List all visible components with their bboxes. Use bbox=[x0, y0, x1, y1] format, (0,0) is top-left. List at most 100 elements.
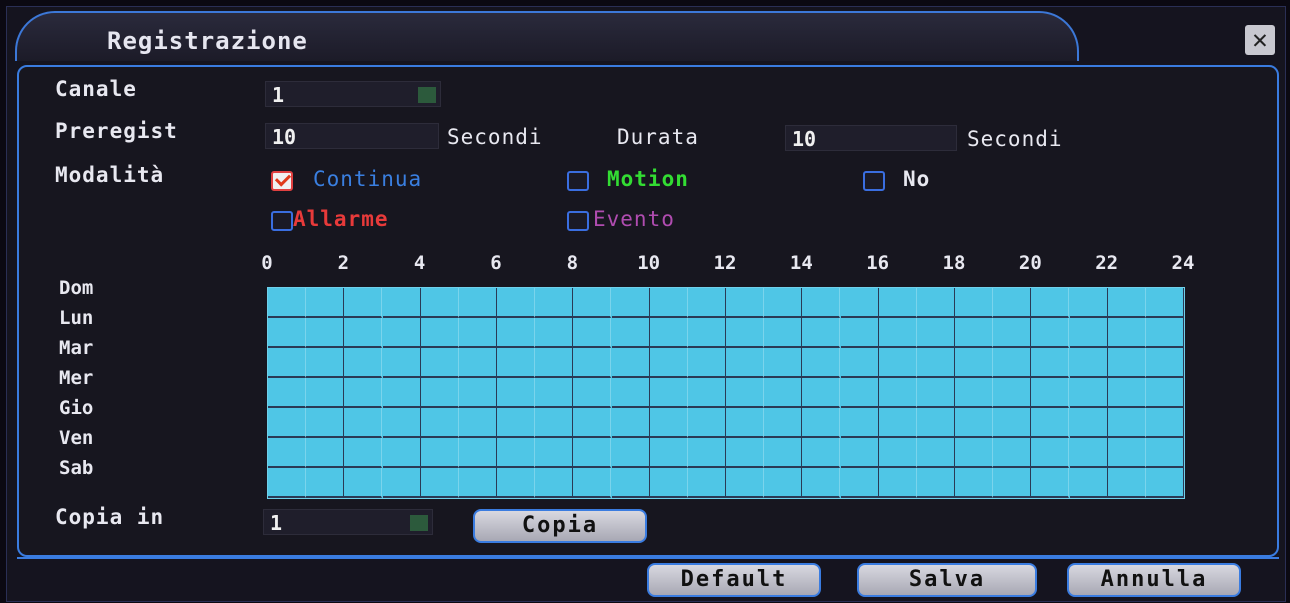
schedule-cell[interactable] bbox=[268, 378, 307, 408]
schedule-cell[interactable] bbox=[420, 288, 459, 318]
schedule-cell[interactable] bbox=[649, 288, 688, 318]
schedule-cell[interactable] bbox=[1145, 408, 1184, 438]
schedule-cell[interactable] bbox=[1069, 408, 1108, 438]
schedule-cell[interactable] bbox=[497, 348, 536, 378]
schedule-cell[interactable] bbox=[1031, 378, 1070, 408]
schedule-cell[interactable] bbox=[726, 318, 765, 348]
schedule-cell[interactable] bbox=[840, 288, 879, 318]
copia-in-select[interactable]: 1 bbox=[263, 509, 433, 535]
schedule-cell[interactable] bbox=[306, 348, 345, 378]
schedule-cell[interactable] bbox=[916, 288, 955, 318]
schedule-cell[interactable] bbox=[764, 408, 803, 438]
schedule-cell[interactable] bbox=[1145, 318, 1184, 348]
schedule-cell[interactable] bbox=[1031, 408, 1070, 438]
schedule-cell[interactable] bbox=[1069, 318, 1108, 348]
schedule-cell[interactable] bbox=[1145, 438, 1184, 468]
schedule-cell[interactable] bbox=[611, 408, 650, 438]
schedule-cell[interactable] bbox=[1107, 438, 1146, 468]
schedule-cell[interactable] bbox=[573, 318, 612, 348]
schedule-cell[interactable] bbox=[573, 408, 612, 438]
schedule-cell[interactable] bbox=[611, 318, 650, 348]
schedule-cell[interactable] bbox=[573, 378, 612, 408]
schedule-cell[interactable] bbox=[1145, 348, 1184, 378]
schedule-cell[interactable] bbox=[687, 468, 726, 498]
schedule-cell[interactable] bbox=[764, 378, 803, 408]
schedule-cell[interactable] bbox=[878, 378, 917, 408]
schedule-cell[interactable] bbox=[649, 408, 688, 438]
schedule-cell[interactable] bbox=[993, 408, 1032, 438]
schedule-cell[interactable] bbox=[764, 288, 803, 318]
schedule-cell[interactable] bbox=[687, 438, 726, 468]
schedule-cell[interactable] bbox=[1069, 288, 1108, 318]
schedule-cell[interactable] bbox=[802, 348, 841, 378]
schedule-cell[interactable] bbox=[1145, 288, 1184, 318]
schedule-cell[interactable] bbox=[916, 378, 955, 408]
schedule-cell[interactable] bbox=[649, 438, 688, 468]
schedule-cell[interactable] bbox=[764, 318, 803, 348]
default-button[interactable]: Default bbox=[647, 563, 821, 597]
schedule-cell[interactable] bbox=[344, 408, 383, 438]
schedule-cell[interactable] bbox=[916, 318, 955, 348]
schedule-cell[interactable] bbox=[649, 468, 688, 498]
schedule-cell[interactable] bbox=[878, 468, 917, 498]
preregist-input[interactable]: 10 bbox=[265, 123, 439, 149]
schedule-cell[interactable] bbox=[535, 378, 574, 408]
schedule-cell[interactable] bbox=[1069, 468, 1108, 498]
evento-checkbox[interactable] bbox=[567, 211, 589, 231]
schedule-cell[interactable] bbox=[1031, 318, 1070, 348]
schedule-cell[interactable] bbox=[878, 318, 917, 348]
salva-button[interactable]: Salva bbox=[857, 563, 1037, 597]
schedule-cell[interactable] bbox=[573, 438, 612, 468]
schedule-cell[interactable] bbox=[802, 378, 841, 408]
schedule-cell[interactable] bbox=[535, 468, 574, 498]
schedule-cell[interactable] bbox=[1107, 378, 1146, 408]
schedule-cell[interactable] bbox=[955, 468, 994, 498]
schedule-cell[interactable] bbox=[726, 438, 765, 468]
schedule-cell[interactable] bbox=[993, 438, 1032, 468]
schedule-cell[interactable] bbox=[306, 408, 345, 438]
annulla-button[interactable]: Annulla bbox=[1067, 563, 1241, 597]
schedule-cell[interactable] bbox=[344, 438, 383, 468]
schedule-cell[interactable] bbox=[764, 438, 803, 468]
schedule-cell[interactable] bbox=[764, 468, 803, 498]
schedule-grid[interactable] bbox=[267, 287, 1185, 499]
schedule-cell[interactable] bbox=[840, 438, 879, 468]
schedule-cell[interactable] bbox=[458, 288, 497, 318]
schedule-cell[interactable] bbox=[497, 288, 536, 318]
schedule-cell[interactable] bbox=[268, 318, 307, 348]
schedule-cell[interactable] bbox=[1031, 288, 1070, 318]
schedule-cell[interactable] bbox=[573, 348, 612, 378]
schedule-cell[interactable] bbox=[878, 288, 917, 318]
schedule-cell[interactable] bbox=[1145, 468, 1184, 498]
durata-input[interactable]: 10 bbox=[785, 125, 957, 151]
schedule-cell[interactable] bbox=[840, 408, 879, 438]
schedule-cell[interactable] bbox=[573, 468, 612, 498]
schedule-cell[interactable] bbox=[382, 318, 421, 348]
schedule-cell[interactable] bbox=[458, 318, 497, 348]
schedule-cell[interactable] bbox=[649, 318, 688, 348]
schedule-cell[interactable] bbox=[802, 318, 841, 348]
schedule-cell[interactable] bbox=[268, 288, 307, 318]
schedule-cell[interactable] bbox=[611, 348, 650, 378]
schedule-cell[interactable] bbox=[1031, 438, 1070, 468]
schedule-cell[interactable] bbox=[382, 468, 421, 498]
schedule-cell[interactable] bbox=[1031, 468, 1070, 498]
continua-checkbox[interactable] bbox=[271, 171, 293, 191]
schedule-cell[interactable] bbox=[955, 318, 994, 348]
schedule-cell[interactable] bbox=[993, 288, 1032, 318]
schedule-cell[interactable] bbox=[993, 318, 1032, 348]
schedule-cell[interactable] bbox=[344, 468, 383, 498]
schedule-cell[interactable] bbox=[306, 468, 345, 498]
motion-checkbox[interactable] bbox=[567, 171, 589, 191]
schedule-cell[interactable] bbox=[420, 378, 459, 408]
schedule-cell[interactable] bbox=[420, 468, 459, 498]
schedule-cell[interactable] bbox=[268, 408, 307, 438]
schedule-cell[interactable] bbox=[382, 378, 421, 408]
schedule-cell[interactable] bbox=[611, 378, 650, 408]
schedule-cell[interactable] bbox=[916, 438, 955, 468]
allarme-checkbox[interactable] bbox=[271, 211, 293, 231]
schedule-cell[interactable] bbox=[344, 378, 383, 408]
schedule-cell[interactable] bbox=[840, 468, 879, 498]
copia-button[interactable]: Copia bbox=[473, 509, 647, 543]
schedule-cell[interactable] bbox=[611, 438, 650, 468]
